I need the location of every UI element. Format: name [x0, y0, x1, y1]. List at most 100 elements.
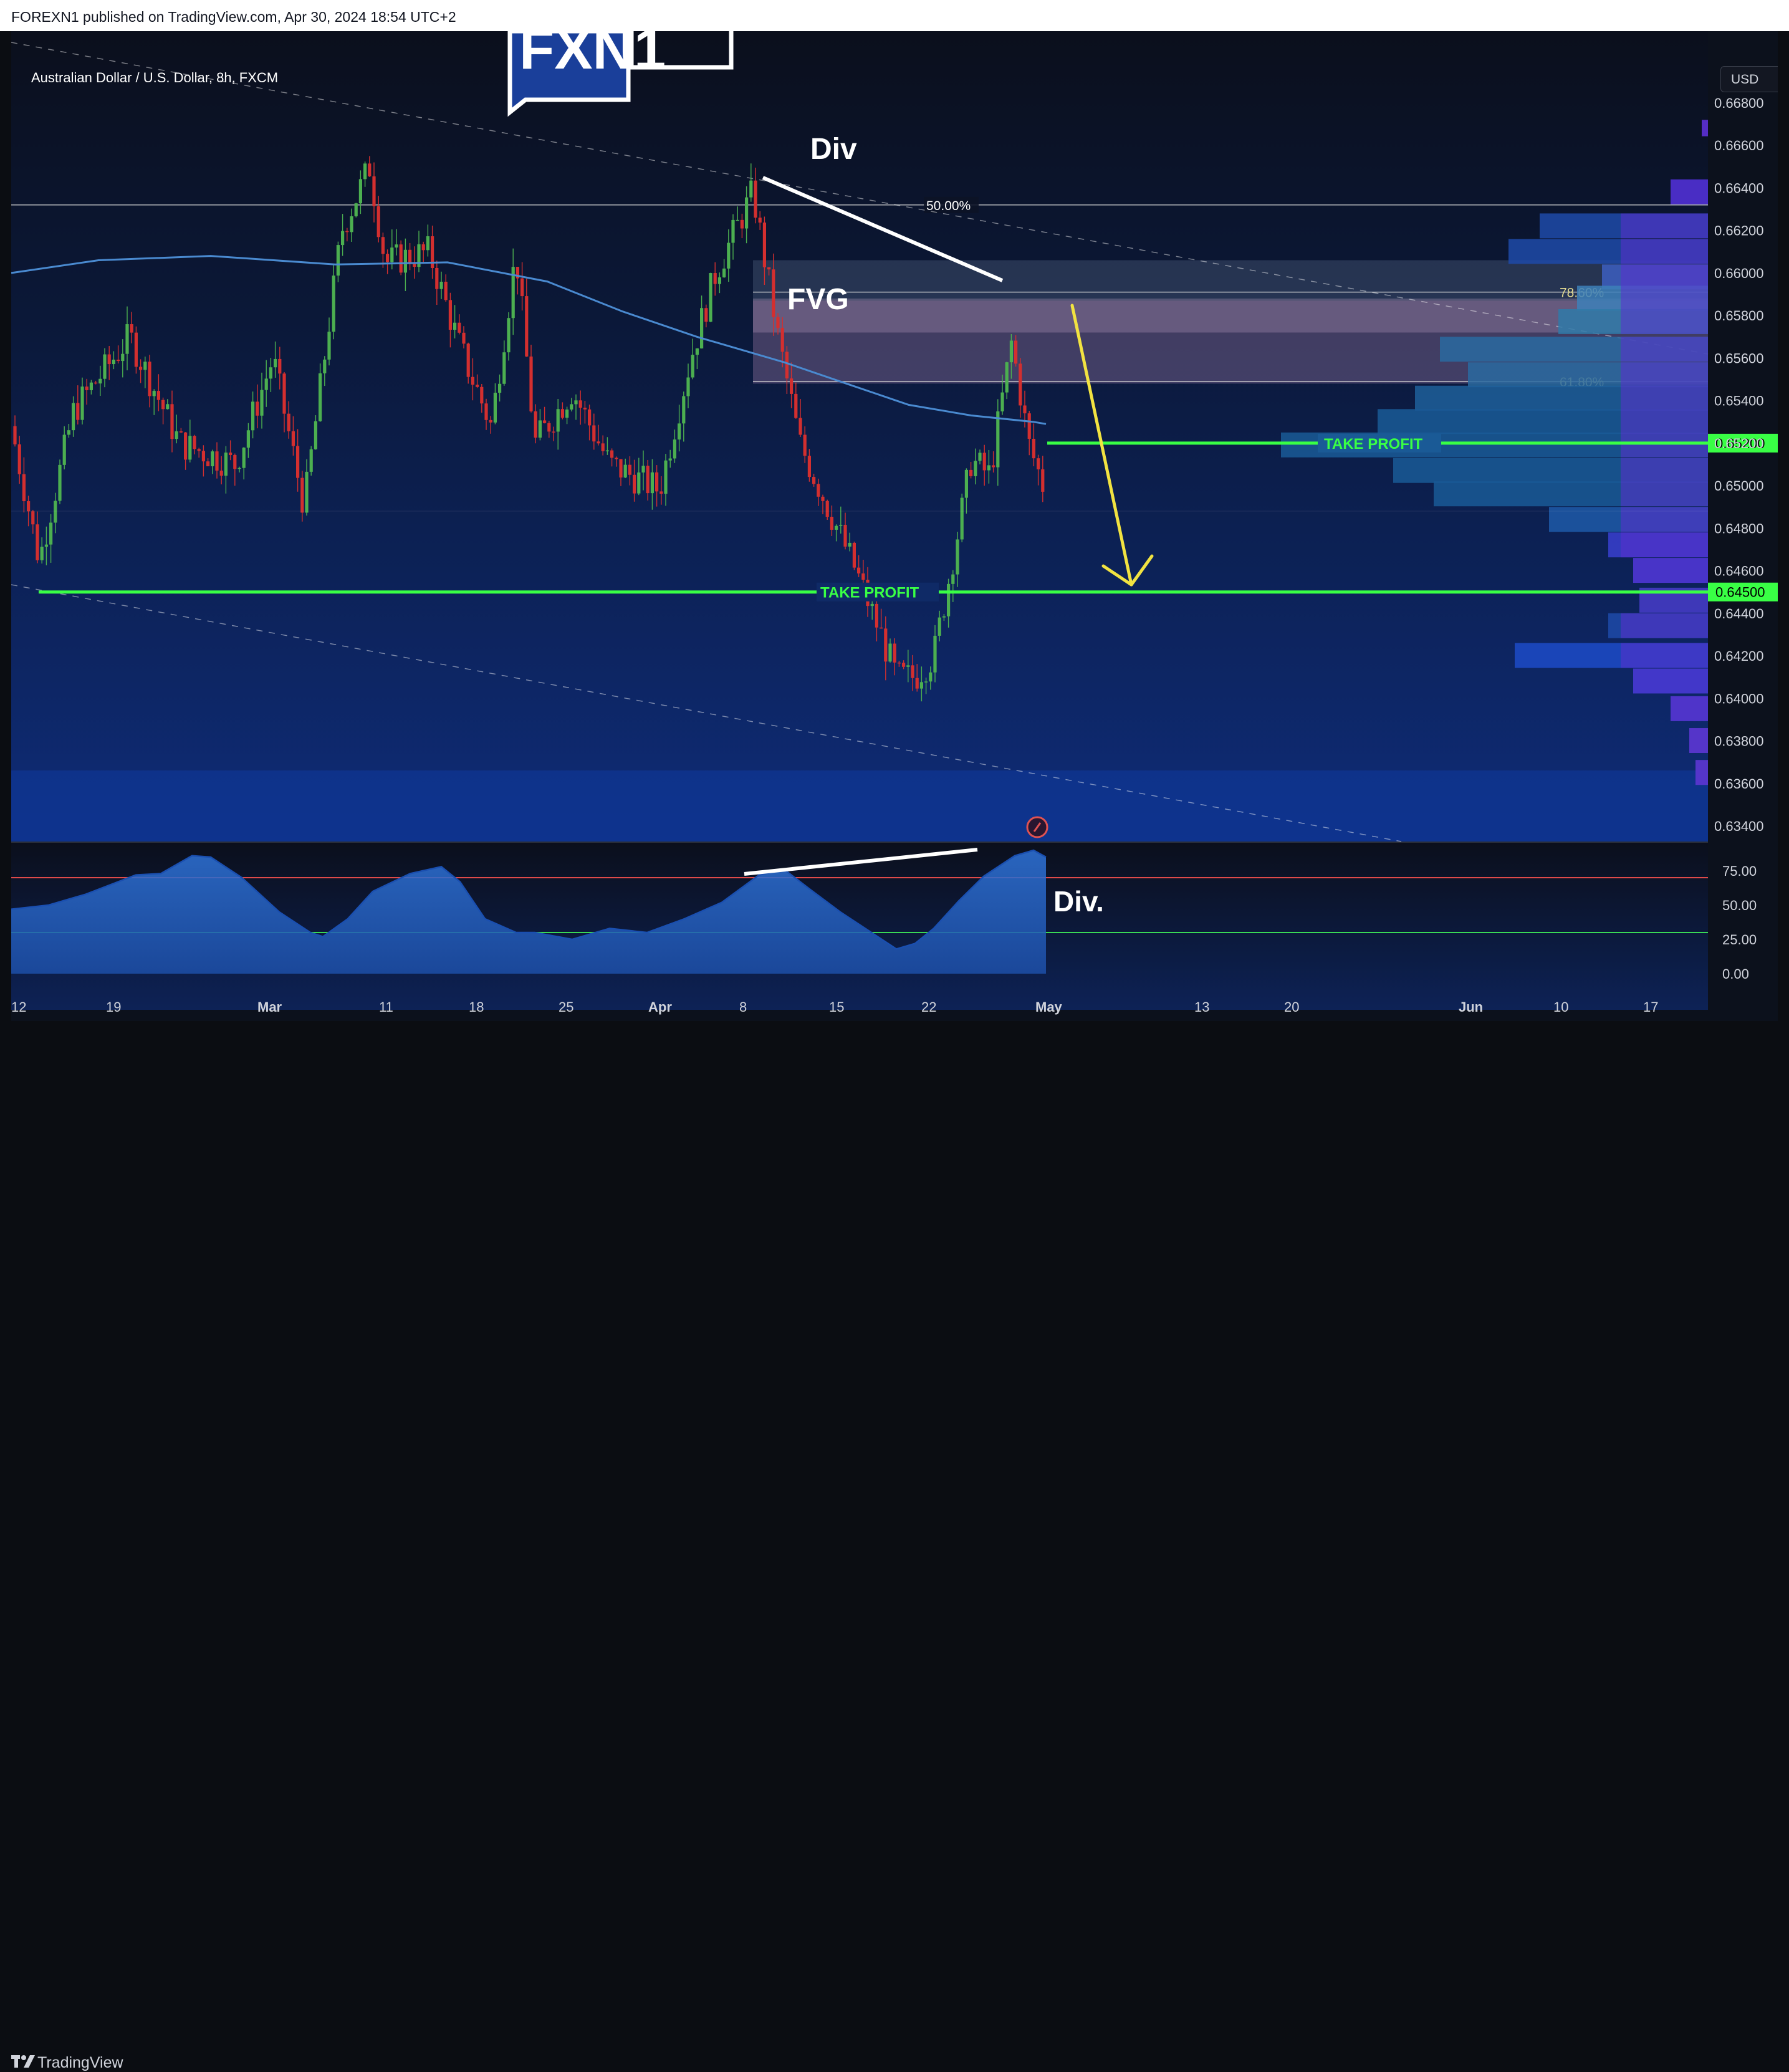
footer-bar: TradingView: [0, 1022, 1789, 2071]
candle-up: [211, 451, 214, 467]
volume-profile-bar-value-area: [1671, 696, 1708, 721]
volume-profile-bar-value-area: [1621, 532, 1708, 558]
candle-down: [893, 643, 896, 663]
candle-up: [251, 401, 255, 431]
candle-up: [964, 469, 968, 498]
candle-up: [749, 180, 753, 198]
candle-down: [915, 678, 919, 689]
candle-up: [439, 281, 443, 289]
volume-profile-bar-value-area: [1621, 613, 1708, 638]
candle-down: [27, 501, 31, 512]
candle-up: [870, 603, 874, 607]
candle-down: [444, 281, 448, 300]
candle-down: [583, 408, 587, 410]
candle-up: [951, 574, 955, 584]
volume-profile-bar-value-area: [1621, 213, 1708, 239]
candle-up: [924, 681, 928, 683]
candle-up: [341, 231, 345, 246]
candle-up: [538, 420, 542, 438]
candle-up: [58, 464, 62, 501]
candle-up: [717, 277, 721, 284]
time-tick-label: 18: [469, 999, 484, 1015]
candle-down: [799, 418, 802, 435]
candle-down: [807, 456, 811, 477]
candle-down: [197, 449, 201, 451]
candle-up: [305, 471, 309, 513]
candle-up: [426, 236, 429, 251]
candle-down: [547, 423, 551, 432]
candle-up: [1009, 340, 1013, 363]
candle-down: [601, 443, 605, 451]
candle-up: [260, 390, 264, 416]
tradingview-logo-icon[interactable]: [11, 2054, 35, 2070]
price-tick-label: 0.66800: [1714, 95, 1764, 111]
candle-down: [857, 567, 861, 573]
candle-down: [780, 328, 784, 352]
candle-down: [880, 627, 883, 629]
volume-profile-bar-value-area: [1621, 507, 1708, 532]
time-tick-label: 22: [921, 999, 936, 1015]
candle-down: [219, 470, 223, 476]
candle-down: [368, 163, 372, 176]
currency-button[interactable]: USD: [1720, 66, 1778, 92]
candle-down: [1019, 363, 1022, 406]
candle-up: [956, 539, 959, 575]
candle-up: [942, 616, 946, 618]
take-profit-label-lower: TAKE PROFIT: [820, 585, 919, 602]
candle-up: [125, 324, 129, 354]
candle-up: [40, 546, 44, 560]
candle-up: [319, 373, 322, 421]
volume-profile-bar-value-area: [1621, 409, 1708, 434]
publish-header: FOREXN1 published on TradingView.com, Ap…: [0, 0, 1789, 31]
candle-up: [673, 439, 676, 459]
volume-profile-bar-value-area: [1702, 120, 1708, 137]
candle-down: [148, 362, 151, 396]
candle-down: [578, 400, 582, 408]
time-tick-label: Apr: [648, 999, 672, 1015]
candle-down: [790, 378, 794, 394]
candle-down: [597, 441, 600, 444]
volume-profile-bar-value-area: [1621, 643, 1708, 668]
volume-profile-bar-value-area: [1621, 309, 1708, 334]
candle-up: [933, 635, 937, 673]
candle-down: [875, 603, 878, 628]
price-tick-label: 0.66400: [1714, 180, 1764, 196]
price-tick-label: 0.65200: [1714, 436, 1764, 451]
volume-profile-bar-value-area: [1621, 481, 1708, 507]
candle-up: [332, 276, 335, 332]
candle-down: [161, 400, 165, 410]
time-tick-label: 20: [1284, 999, 1299, 1015]
time-tick-label: 8: [739, 999, 747, 1015]
candle-up: [650, 472, 654, 494]
candle-up: [731, 219, 735, 243]
candle-down: [852, 542, 856, 568]
price-tick-label: 0.64000: [1714, 691, 1764, 706]
candle-down: [377, 206, 380, 237]
candle-up: [152, 391, 156, 396]
candle-down: [659, 491, 663, 494]
volume-profile-bar-value-area: [1633, 558, 1708, 583]
candle-down: [588, 409, 592, 426]
candle-up: [664, 460, 668, 494]
candle-up: [700, 308, 704, 348]
time-tick-label: 12: [11, 999, 26, 1015]
candle-down: [345, 231, 349, 233]
symbol-title[interactable]: Australian Dollar / U.S. Dollar, 8h, FXC…: [31, 70, 278, 86]
candle-down: [1032, 438, 1035, 459]
candle-down: [179, 431, 183, 433]
rsi-tick-label: 75.00: [1722, 863, 1757, 879]
volume-profile-bar-value-area: [1621, 239, 1708, 264]
take-profit-label-upper: TAKE PROFIT: [1324, 436, 1423, 453]
candle-up: [888, 643, 892, 662]
replay-icon[interactable]: [1026, 816, 1048, 838]
candle-up: [89, 382, 93, 390]
candle-up: [80, 386, 84, 420]
candle-up: [390, 247, 394, 262]
candle-up: [570, 404, 573, 410]
price-tick-label: 0.65800: [1714, 308, 1764, 324]
candle-up: [691, 355, 694, 378]
candle-down: [520, 278, 524, 297]
chart-canvas[interactable]: FXN1 50.00%78.60%61.80% TAKE PROFITTAKE …: [11, 31, 1778, 1021]
candle-down: [282, 373, 286, 414]
chart-area[interactable]: FXN1 50.00%78.60%61.80% TAKE PROFITTAKE …: [11, 31, 1778, 1021]
